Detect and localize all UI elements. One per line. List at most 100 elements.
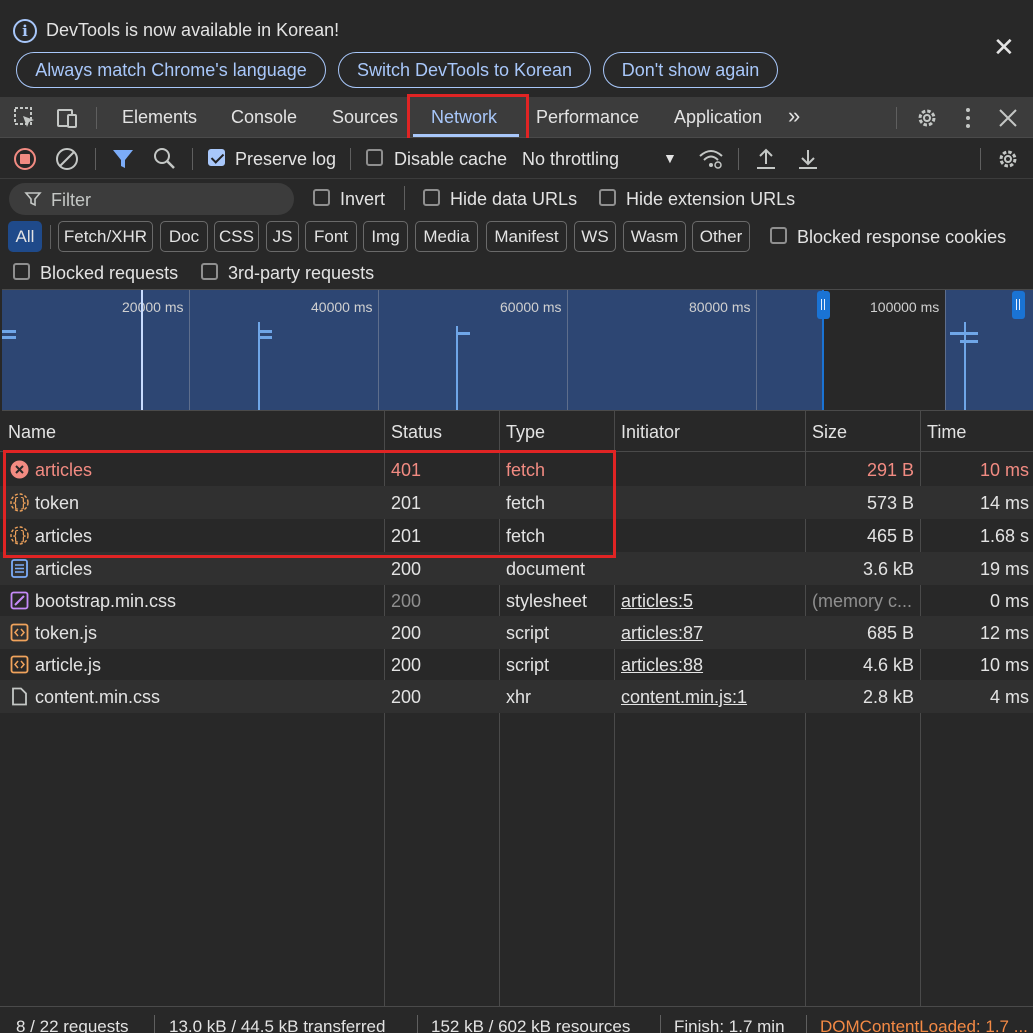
divider [154, 1015, 155, 1033]
overview-marker-line [456, 326, 458, 410]
type-filter-img[interactable]: Img [363, 221, 408, 252]
divider [404, 186, 405, 210]
filter-icon[interactable] [110, 146, 136, 172]
request-size: 573 B [866, 493, 914, 513]
column-header-type[interactable]: Type [506, 422, 545, 443]
info-icon: i [13, 19, 37, 43]
inspect-element-icon[interactable] [12, 105, 38, 131]
import-har-icon[interactable] [753, 146, 779, 172]
more-tabs-icon[interactable]: » [788, 103, 800, 129]
overview-request-bar [950, 332, 978, 335]
request-status: 200 [391, 655, 422, 675]
table-row[interactable]: article.js 200 script articles:88 4.6 kB… [0, 648, 1033, 681]
request-time: 10 ms [979, 460, 1029, 480]
request-size: (memory c... [812, 591, 913, 611]
request-type: xhr [506, 687, 532, 707]
table-row[interactable]: bootstrap.min.css 200 stylesheet article… [0, 584, 1033, 617]
blocked-response-cookies-checkbox[interactable] [770, 227, 787, 244]
hide-data-urls-label: Hide data URLs [450, 189, 578, 209]
network-overview-timeline[interactable]: 20000 ms 40000 ms 60000 ms 80000 ms 1000… [2, 289, 1033, 411]
overview-marker-line [141, 290, 143, 410]
finish-time: Finish: 1.7 min [674, 1017, 785, 1033]
invert-checkbox[interactable] [313, 189, 330, 206]
divider [896, 107, 897, 129]
column-header-time[interactable]: Time [927, 422, 966, 443]
close-icon[interactable]: ✕ [993, 34, 1015, 60]
more-options-icon[interactable] [955, 105, 981, 131]
request-time: 14 ms [979, 493, 1029, 513]
device-toolbar-icon[interactable] [54, 105, 80, 131]
request-initiator-link[interactable]: articles:5 [621, 591, 693, 612]
request-initiator-link[interactable]: content.min.js:1 [621, 687, 747, 708]
overview-gridline [945, 290, 946, 410]
column-header-status[interactable]: Status [391, 422, 442, 443]
close-devtools-icon[interactable] [995, 105, 1021, 131]
hide-extension-urls-checkbox[interactable] [599, 189, 616, 206]
request-name: article.js [35, 655, 102, 675]
type-filter-fetch-xhr[interactable]: Fetch/XHR [58, 221, 153, 252]
overview-request-bar [960, 340, 978, 343]
type-filter-js[interactable]: JS [266, 221, 299, 252]
divider [980, 148, 981, 170]
preserve-log-checkbox[interactable] [208, 149, 225, 166]
tab-console[interactable]: Console [231, 107, 297, 128]
column-header-initiator[interactable]: Initiator [621, 422, 680, 443]
type-filter-manifest[interactable]: Manifest [486, 221, 567, 252]
overview-tick-label: 100000 ms [870, 299, 940, 315]
request-initiator-link[interactable]: articles:88 [621, 655, 703, 676]
resources-size: 152 kB / 602 kB resources [431, 1017, 631, 1033]
overview-left-handle[interactable] [817, 291, 830, 319]
dont-show-again-button[interactable]: Don't show again [603, 52, 778, 88]
overview-right-handle[interactable] [1012, 291, 1025, 319]
third-party-requests-checkbox[interactable] [201, 263, 218, 280]
divider [417, 1015, 418, 1033]
switch-to-korean-button[interactable]: Switch DevTools to Korean [338, 52, 591, 88]
tab-application[interactable]: Application [674, 107, 762, 128]
type-filter-other[interactable]: Other [692, 221, 750, 252]
overview-marker-line [964, 322, 966, 410]
type-filter-doc[interactable]: Doc [160, 221, 208, 252]
always-match-language-button[interactable]: Always match Chrome's language [16, 52, 326, 88]
column-header-name[interactable]: Name [8, 422, 56, 443]
request-initiator-link[interactable]: articles:87 [621, 623, 703, 644]
divider [50, 225, 51, 249]
table-row[interactable]: token.js 200 script articles:87 685 B 12… [0, 616, 1033, 649]
hide-data-urls-checkbox[interactable] [423, 189, 440, 206]
filter-input[interactable]: Filter [9, 183, 294, 215]
file-icon [12, 687, 27, 706]
table-row[interactable]: content.min.css 200 xhr content.min.js:1… [0, 680, 1033, 713]
infobar-message: DevTools is now available in Korean! [46, 20, 340, 40]
transferred-size: 13.0 kB / 44.5 kB transferred [169, 1017, 386, 1033]
column-header-size[interactable]: Size [812, 422, 847, 443]
blocked-requests-checkbox[interactable] [13, 263, 30, 280]
highlight-box-fetch-rows [3, 450, 616, 558]
overview-request-bar [456, 332, 470, 335]
settings-gear-icon[interactable] [914, 105, 940, 131]
type-filter-font[interactable]: Font [305, 221, 357, 252]
script-icon [10, 655, 29, 674]
request-size: 3.6 kB [862, 559, 914, 579]
tab-sources[interactable]: Sources [332, 107, 398, 128]
network-settings-gear-icon[interactable] [995, 146, 1021, 172]
export-har-icon[interactable] [795, 146, 821, 172]
disable-cache-checkbox[interactable] [366, 149, 383, 166]
type-filter-css[interactable]: CSS [214, 221, 259, 252]
throttling-select[interactable]: No throttling [522, 149, 619, 170]
chevron-down-icon[interactable]: ▼ [663, 150, 677, 166]
tab-elements[interactable]: Elements [122, 107, 197, 128]
hide-extension-urls-label: Hide extension URLs [626, 189, 796, 209]
request-size: 2.8 kB [862, 687, 914, 707]
request-name: content.min.css [35, 687, 161, 707]
network-status-bar: 8 / 22 requests 13.0 kB / 44.5 kB transf… [0, 1006, 1033, 1033]
tab-performance[interactable]: Performance [536, 107, 639, 128]
record-stop-icon[interactable] [12, 146, 38, 172]
overview-gridline [378, 290, 379, 410]
request-time: 19 ms [979, 559, 1029, 579]
type-filter-media[interactable]: Media [415, 221, 478, 252]
clear-icon[interactable] [54, 146, 80, 172]
type-filter-all[interactable]: All [8, 221, 42, 252]
type-filter-wasm[interactable]: Wasm [623, 221, 686, 252]
type-filter-ws[interactable]: WS [574, 221, 616, 252]
network-conditions-icon[interactable] [698, 146, 724, 172]
search-icon[interactable] [152, 146, 178, 172]
